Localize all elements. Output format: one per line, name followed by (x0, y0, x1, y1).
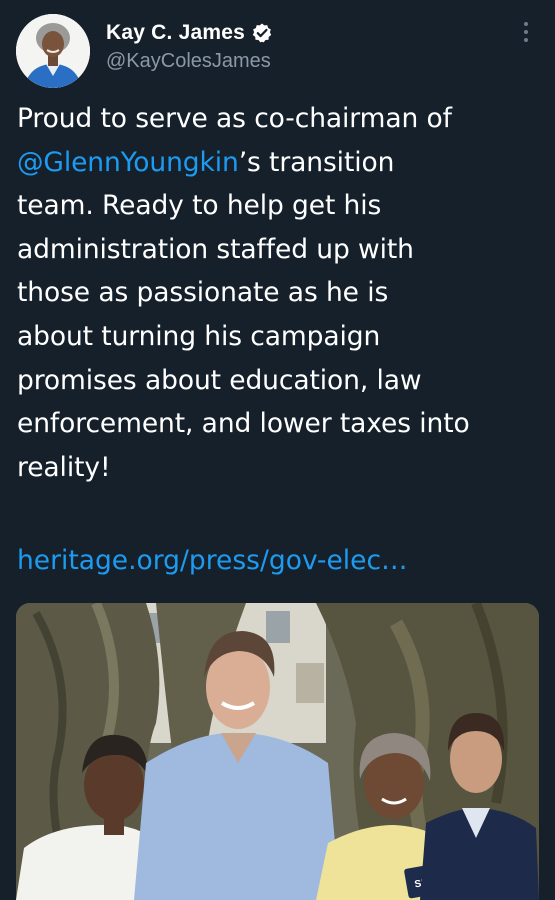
avatar-image (16, 14, 90, 88)
more-options-icon[interactable] (521, 22, 531, 48)
tweet-text-line: promises about education, law (17, 359, 547, 403)
tweet-text-line: those as passionate as he is (17, 271, 547, 315)
tweet-text-segment: administration staffed up with (17, 233, 414, 265)
tweet-text-segment: reality! (17, 451, 111, 483)
display-name[interactable]: Kay C. James (106, 21, 245, 45)
tweet-text-segment: enforcement, and lower taxes into (17, 408, 470, 440)
verified-badge-icon (251, 22, 273, 44)
tweet-text: Proud to serve as co-chairman of @GlennYo… (17, 97, 547, 489)
tweet-text-segment: those as passionate as he is (17, 277, 389, 309)
tweet-text-line: administration staffed up with (17, 228, 547, 272)
tweet-text-line: enforcement, and lower taxes into (17, 402, 547, 446)
display-name-row: Kay C. James (106, 18, 273, 48)
tweet-text-segment: about turning his campaign (17, 320, 381, 352)
tweet-text-segment: team. Ready to help get his (17, 190, 382, 222)
tweet-link[interactable]: heritage.org/press/gov-elec… (17, 539, 408, 583)
tweet-text-line: team. Ready to help get his (17, 184, 547, 228)
tweet-text-segment: promises about education, law (17, 364, 422, 396)
tweet-text-line: reality! (17, 446, 547, 490)
tweet-text-line: about turning his campaign (17, 315, 547, 359)
tweet-text-segment: ’s transition (238, 146, 395, 178)
tweet-header: Kay C. James @KayColesJames (16, 12, 539, 92)
user-names: Kay C. James @KayColesJames (106, 18, 273, 73)
tweet-card[interactable]: Kay C. James @KayColesJames Proud to ser… (0, 0, 555, 900)
tweet-text-line: @GlennYoungkin’s transition (17, 141, 547, 185)
tweet-text-line: Proud to serve as co-chairman of (17, 97, 547, 141)
tweet-text-segment: Proud to serve as co-chairman of (17, 103, 452, 134)
mention-link[interactable]: @GlennYoungkin (17, 147, 239, 178)
tweet-photo[interactable]: SEARS (16, 603, 539, 900)
avatar[interactable] (16, 14, 90, 88)
user-handle[interactable]: @KayColesJames (106, 50, 273, 73)
group-photo-image: SEARS (16, 603, 539, 900)
